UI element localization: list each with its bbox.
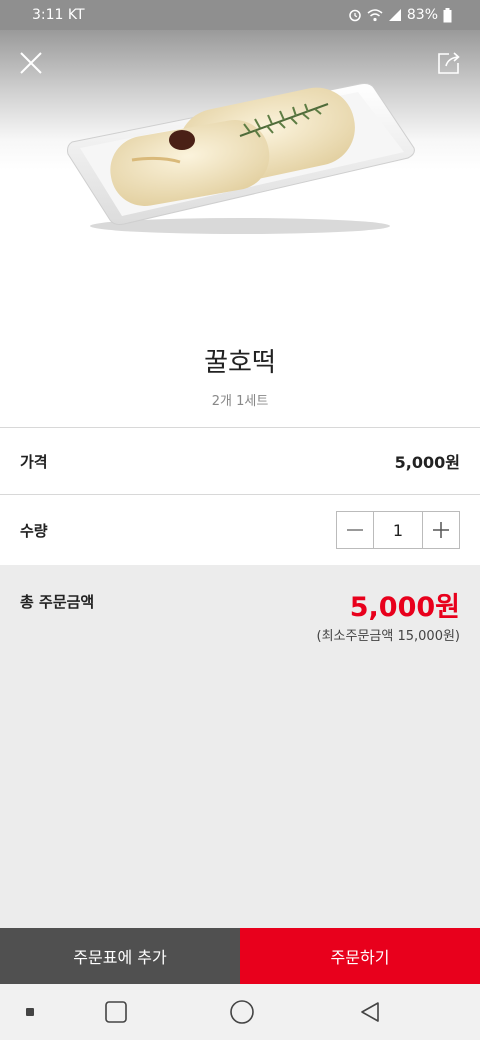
signal-icon xyxy=(388,8,402,22)
navigation-bar xyxy=(0,984,480,1040)
share-icon[interactable] xyxy=(436,50,462,76)
price-row: 가격 5,000원 xyxy=(0,428,480,494)
product-info: 꿀호떡 2개 1세트 xyxy=(0,330,480,428)
quantity-row: 수량 1 xyxy=(0,495,480,565)
status-bar: 3:11 KT 83% xyxy=(0,0,480,30)
total-amount: 5,000원 xyxy=(349,592,460,623)
quantity-stepper: 1 xyxy=(336,511,460,549)
order-total-section: 총 주문금액 5,000원 (최소주문금액 15,000원) xyxy=(0,565,480,928)
action-bar: 주문표에 추가 주문하기 xyxy=(0,928,480,984)
minimum-order-note: (최소주문금액 15,000원) xyxy=(316,629,460,644)
product-description: 2개 1세트 xyxy=(211,394,269,409)
wifi-icon xyxy=(367,8,383,22)
status-right: 83% xyxy=(348,7,452,23)
price-value: 5,000원 xyxy=(394,453,460,472)
recent-apps-icon[interactable] xyxy=(98,984,134,1040)
back-icon[interactable] xyxy=(352,984,388,1040)
product-image xyxy=(67,83,415,234)
plus-icon[interactable] xyxy=(423,512,459,548)
battery-icon xyxy=(443,7,452,23)
quantity-value: 1 xyxy=(373,512,423,548)
battery-level: 83% xyxy=(406,7,438,23)
status-left: 3:11 KT xyxy=(32,7,85,23)
total-label: 총 주문금액 xyxy=(20,593,95,611)
add-to-cart-button[interactable]: 주문표에 추가 xyxy=(0,928,240,984)
close-icon[interactable] xyxy=(18,50,44,76)
quantity-label: 수량 xyxy=(20,521,48,540)
order-button[interactable]: 주문하기 xyxy=(240,928,480,984)
alarm-icon xyxy=(348,8,362,22)
dot-icon[interactable] xyxy=(18,984,42,1040)
product-name: 꿀호떡 xyxy=(204,348,276,378)
price-label: 가격 xyxy=(20,452,48,471)
status-time: 3:11 xyxy=(32,7,64,23)
product-hero xyxy=(0,30,480,330)
status-carrier: KT xyxy=(67,7,85,23)
home-icon[interactable] xyxy=(224,984,260,1040)
minus-icon[interactable] xyxy=(337,512,373,548)
